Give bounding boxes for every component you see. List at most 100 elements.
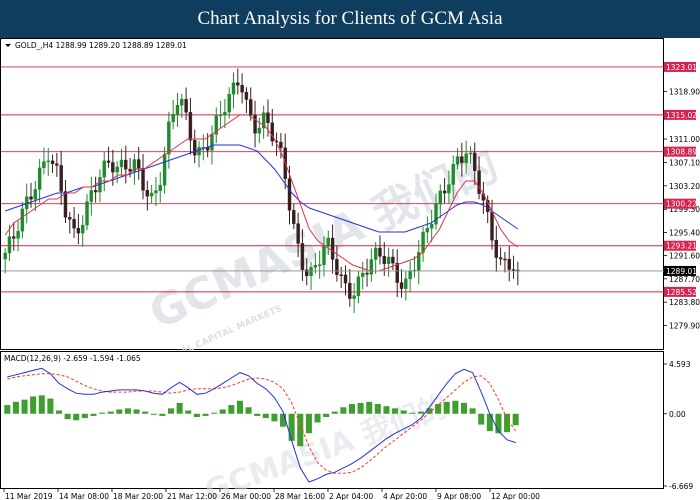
candle-body [106,160,111,163]
macd-hist-bar [124,408,131,414]
candle-body [442,190,447,194]
macd-hist-bar [452,400,459,414]
macd-hist-bar [314,413,321,423]
candle-body [240,85,244,93]
time-tick-label: 9 Apr 08:00 [437,492,481,500]
candle-body [119,159,124,168]
macd-hist-bar [116,409,123,414]
macd-hist-bar [211,412,218,414]
macd-hist-bar [150,413,157,415]
time-tick-label: 4 Apr 20:00 [383,492,427,500]
candle-body [330,237,335,260]
candle-body [210,134,214,151]
candle-body [309,267,313,277]
price-tick-label: 1295.40 [669,229,700,238]
macd-hist-bar [504,413,511,433]
price-tick-label: 1303.20 [669,182,700,191]
candle-body [93,190,98,193]
candle-body [356,276,361,296]
candle-body [494,239,499,258]
macd-hist-bar [348,404,355,414]
candle-body [335,259,339,275]
macd-hist-bar [443,401,450,414]
time-tick-label: 11 Mar 2019 [5,492,53,500]
candle-body [382,256,386,264]
candle-body [89,190,94,202]
symbol-header: GOLD_,H4 1288.99 1289.20 1288.89 1289.01 [15,41,187,50]
macd-hist-bar [271,413,278,422]
macd-hist-bar [305,413,312,434]
macd-hist-bar [417,411,424,414]
price-axis: 1318.901311.001307.101303.201299.301295.… [664,61,700,331]
candle-body [300,243,305,270]
candle-body [429,224,434,229]
candle-body [111,162,115,173]
candle-body [395,262,399,283]
candle-body [193,140,197,156]
candle-body [391,256,395,264]
price-tick-label: 1318.90 [669,88,700,97]
price-tick-label: 1291.60 [669,251,700,260]
candle-body [386,256,391,264]
macd-hist-bar [435,404,442,414]
macd-hist-bar [47,398,54,414]
candle-body [46,160,50,163]
candle-body [76,227,81,234]
candle-body [68,217,72,220]
time-tick-label: 18 Mar 20:00 [113,492,163,500]
price-tag-label: 1300.22 [666,200,697,209]
candle-body [287,178,292,211]
candle-body [20,208,25,232]
candle-body [339,274,343,276]
macd-hist-bar [30,396,37,414]
macd-hist-bar [392,408,399,414]
candle-body [464,153,468,163]
candle-body [460,156,464,163]
candle-body [404,278,408,289]
candle-body [507,258,511,270]
macd-hist-bar [357,402,364,414]
candle-body [270,122,274,142]
price-tick-label: 1279.90 [669,322,700,331]
candle-body [16,230,20,239]
candle-body [158,184,162,191]
macd-hist-bar [331,411,338,414]
candle-body [477,170,481,194]
candle-body [149,192,154,197]
candle-body [184,98,188,113]
price-tick-label: 1287.70 [669,275,700,284]
candle-body [399,282,404,289]
candle-body [378,247,382,257]
macd-hist-bar [55,410,63,414]
candle-body [128,168,132,172]
candle-body [175,105,180,115]
macd-hist-bar [366,401,373,414]
candle-body [33,189,38,200]
candle-body [322,245,326,266]
candle-body [313,265,318,268]
macd-hist-bar [159,413,166,416]
price-panel: GCMASIA 我们的GLOBAL CAPITAL MARKETS GOLD_,… [0,38,664,369]
candle-body [292,210,296,224]
time-tick-label: 12 Apr 00:00 [491,492,540,500]
candle-body [468,152,473,155]
price-tag-label: 1323.01 [666,63,697,72]
candle-body [408,271,412,280]
candle-body [244,91,249,100]
candle-body [115,166,119,173]
macd-hist-bar [254,413,261,416]
candle-body [451,164,455,185]
macd-hist-bar [81,413,88,419]
price-chart: GCMASIA 我们的GLOBAL CAPITAL MARKETS GOLD_,… [0,38,700,500]
candle-body [171,113,175,123]
time-tick-label: 21 Mar 12:00 [167,492,217,500]
macd-hist-bar [202,413,209,416]
candle-body [511,269,516,271]
candle-body [42,161,46,169]
candle-body [317,264,322,267]
macd-hist-bar [288,413,295,441]
candle-body [498,257,503,260]
candle-body [343,274,348,284]
macd-hist-bar [64,413,71,420]
price-tag-label: 1285.52 [666,288,697,297]
